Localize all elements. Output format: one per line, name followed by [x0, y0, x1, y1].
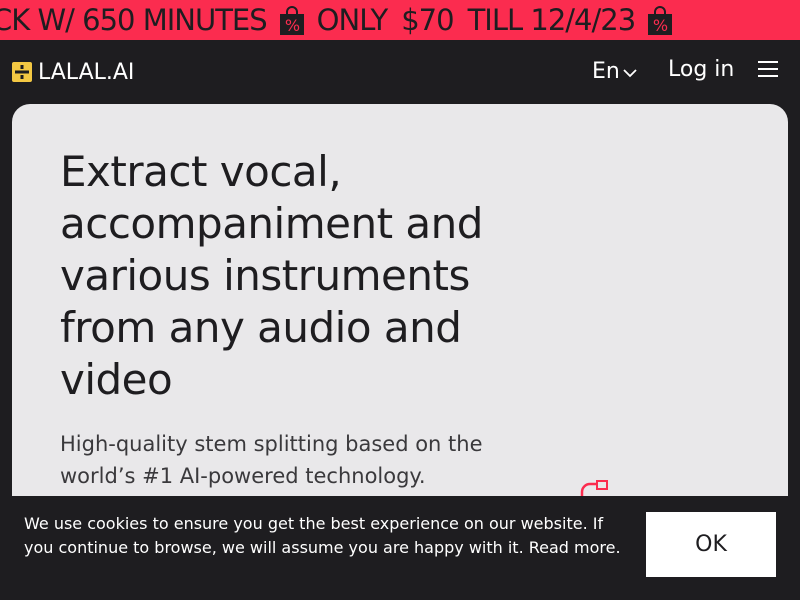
cookie-message-text: We use cookies to ensure you get the bes… — [24, 514, 604, 557]
promo-text-price: $70 — [401, 3, 454, 37]
hamburger-menu-icon[interactable] — [758, 59, 778, 79]
logo-text: LALAL.AI — [38, 59, 135, 85]
hero-title: Extract vocal, accompaniment and various… — [60, 147, 483, 404]
cookie-banner: We use cookies to ensure you get the bes… — [0, 496, 800, 600]
lalal-logo-icon — [12, 62, 32, 82]
promo-text-offer: CK W/ 650 MINUTES — [0, 3, 268, 37]
promo-banner[interactable]: CK W/ 650 MINUTES % ONLY $70 TILL 12/4/2… — [0, 0, 800, 40]
promo-text-only: ONLY — [316, 3, 389, 37]
promo-text-deadline: TILL 12/4/23 — [467, 3, 637, 37]
language-label: En — [592, 58, 620, 84]
read-more-link[interactable]: Read more. — [529, 538, 621, 557]
cookie-ok-button[interactable]: OK — [646, 512, 776, 577]
shopping-bag-percent-icon: % — [645, 6, 675, 36]
site-header: LALAL.AI En Log in — [0, 40, 800, 104]
shopping-bag-percent-icon: % — [277, 6, 307, 36]
svg-text:%: % — [653, 16, 668, 35]
cookie-message: We use cookies to ensure you get the bes… — [24, 512, 624, 560]
chevron-down-icon — [623, 69, 637, 78]
hero-subtitle: High-quality stem splitting based on the… — [60, 432, 483, 488]
logo-link[interactable]: LALAL.AI — [12, 59, 135, 85]
language-selector[interactable]: En — [592, 58, 638, 84]
login-link[interactable]: Log in — [668, 57, 734, 82]
svg-text:%: % — [285, 16, 300, 35]
promo-ticker: CK W/ 650 MINUTES % ONLY $70 TILL 12/4/2… — [0, 0, 685, 40]
